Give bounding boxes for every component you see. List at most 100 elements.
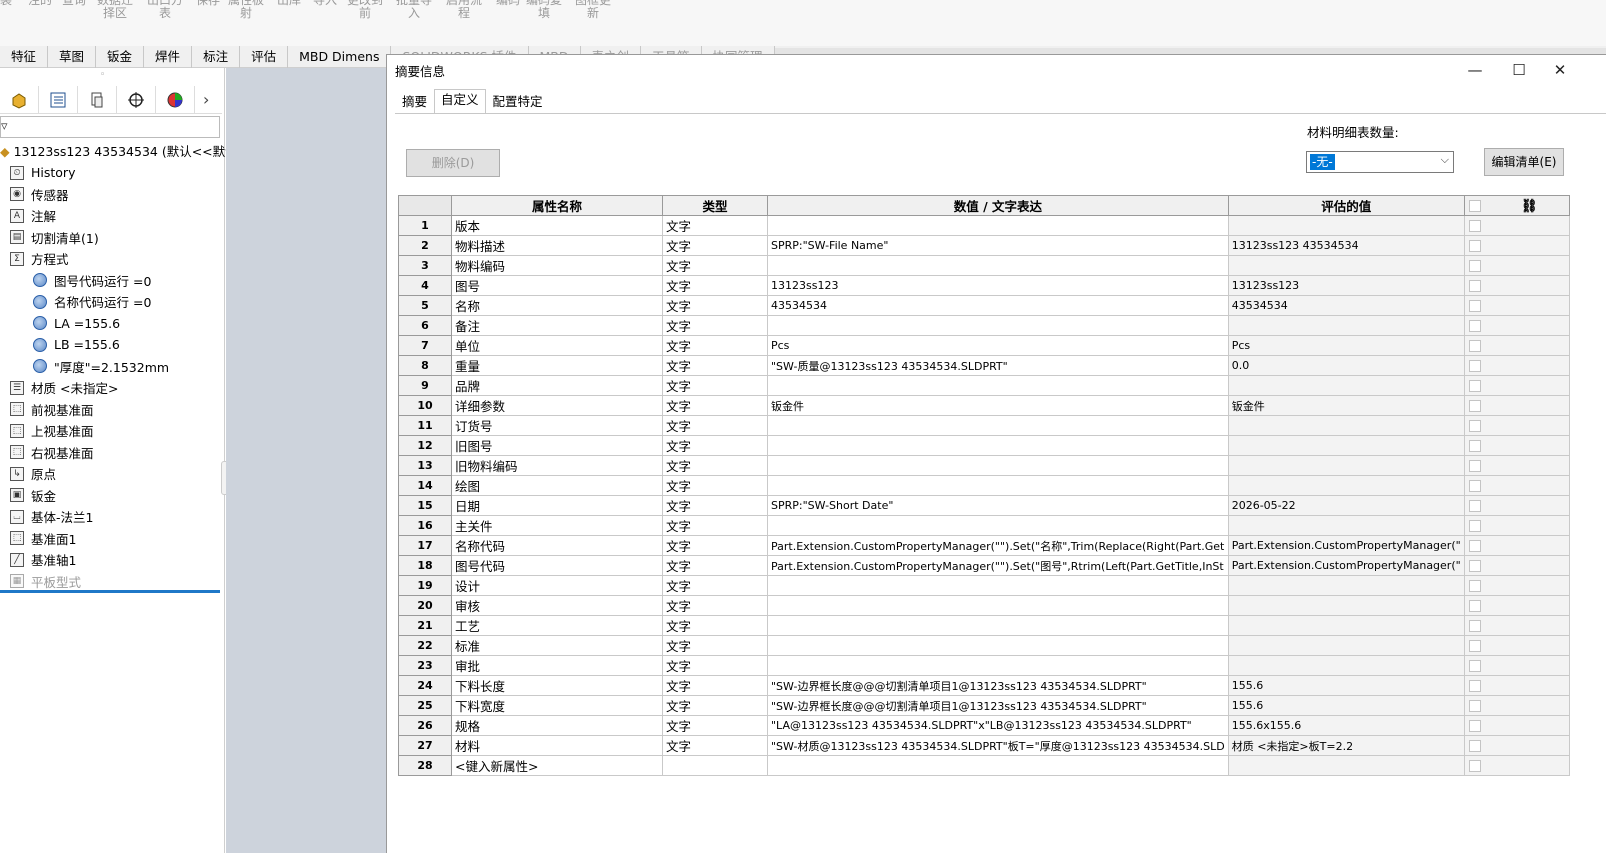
- property-type-cell[interactable]: 文字: [662, 695, 768, 716]
- property-type-cell[interactable]: 文字: [662, 615, 768, 636]
- rollback-bar[interactable]: [0, 590, 220, 593]
- link-checkbox[interactable]: [1468, 680, 1481, 692]
- tab-dimxpert-manager[interactable]: [117, 85, 156, 114]
- property-type-cell[interactable]: 文字: [662, 735, 768, 756]
- tree-item[interactable]: LB =155.6: [0, 334, 222, 356]
- ribbon-button[interactable]: 装: [0, 0, 12, 7]
- link-checkbox[interactable]: [1468, 460, 1481, 472]
- property-name-cell[interactable]: 详细参数: [451, 395, 663, 416]
- property-name-cell[interactable]: 材料: [451, 735, 663, 756]
- property-expression-cell[interactable]: [767, 475, 1229, 496]
- link-checkbox[interactable]: [1468, 420, 1481, 432]
- link-checkbox[interactable]: [1468, 640, 1481, 652]
- property-type-cell[interactable]: 文字: [662, 595, 768, 616]
- tab-property-manager[interactable]: [39, 85, 78, 114]
- property-expression-cell[interactable]: [767, 655, 1229, 676]
- property-name-cell[interactable]: 工艺: [451, 615, 663, 636]
- tree-item[interactable]: LA =155.6: [0, 313, 222, 335]
- property-name-cell[interactable]: 审批: [451, 655, 663, 676]
- ribbon-button[interactable]: 属性板 射: [228, 0, 264, 20]
- link-checkbox[interactable]: [1468, 720, 1481, 732]
- property-type-cell[interactable]: 文字: [662, 415, 768, 436]
- property-name-cell[interactable]: 备注: [451, 315, 663, 336]
- property-name-cell[interactable]: 规格: [451, 715, 663, 736]
- ribbon-button[interactable]: 注的: [28, 0, 52, 7]
- property-name-cell[interactable]: 审核: [451, 595, 663, 616]
- row-number[interactable]: 20: [398, 595, 452, 616]
- row-number[interactable]: 13: [398, 455, 452, 476]
- link-checkbox[interactable]: [1468, 620, 1481, 632]
- edit-list-button[interactable]: 编辑清单(E): [1484, 148, 1564, 176]
- property-type-cell[interactable]: 文字: [662, 655, 768, 676]
- link-checkbox[interactable]: [1468, 660, 1481, 672]
- link-checkbox[interactable]: [1468, 500, 1481, 512]
- row-number[interactable]: 17: [398, 535, 452, 556]
- property-name-cell[interactable]: 主关件: [451, 515, 663, 536]
- link-checkbox[interactable]: [1468, 380, 1481, 392]
- property-name-cell[interactable]: 单位: [451, 335, 663, 356]
- row-number[interactable]: 8: [398, 355, 452, 376]
- row-number[interactable]: 2: [398, 235, 452, 256]
- tree-item[interactable]: "厚度"=2.1532mm: [0, 356, 222, 378]
- row-number[interactable]: 11: [398, 415, 452, 436]
- property-type-cell[interactable]: 文字: [662, 535, 768, 556]
- row-number[interactable]: 28: [398, 755, 452, 776]
- property-name-cell[interactable]: 设计: [451, 575, 663, 596]
- link-checkbox[interactable]: [1468, 600, 1481, 612]
- tree-item[interactable]: ⏲ History: [0, 162, 222, 184]
- tree-item[interactable]: ⬚ 右视基准面: [0, 442, 222, 464]
- property-expression-cell[interactable]: [767, 315, 1229, 336]
- command-tab[interactable]: 草图: [48, 46, 97, 68]
- tree-item[interactable]: ↳ 原点: [0, 463, 222, 485]
- row-number[interactable]: 6: [398, 315, 452, 336]
- tree-item[interactable]: ⬚ 前视基准面: [0, 399, 222, 421]
- property-type-cell[interactable]: 文字: [662, 275, 768, 296]
- tree-item[interactable]: 名称代码运行 =0: [0, 291, 222, 313]
- ribbon-button[interactable]: 更改到 前: [347, 0, 383, 20]
- tree-item[interactable]: ╱ 基准轴1: [0, 549, 222, 571]
- link-checkbox[interactable]: [1468, 340, 1481, 352]
- property-expression-cell[interactable]: [767, 375, 1229, 396]
- tab-feature-manager[interactable]: [0, 85, 39, 114]
- property-expression-cell[interactable]: [767, 255, 1229, 276]
- property-name-cell[interactable]: 下料长度: [451, 675, 663, 696]
- bom-quantity-select[interactable]: -无- ⌵: [1306, 151, 1454, 173]
- property-expression-cell[interactable]: 钣金件: [767, 395, 1229, 416]
- property-type-cell[interactable]: 文字: [662, 515, 768, 536]
- row-number[interactable]: 5: [398, 295, 452, 316]
- row-number[interactable]: 22: [398, 635, 452, 656]
- property-name-cell[interactable]: 标准: [451, 635, 663, 656]
- property-expression-cell[interactable]: [767, 415, 1229, 436]
- row-number[interactable]: 16: [398, 515, 452, 536]
- property-name-cell[interactable]: 名称: [451, 295, 663, 316]
- row-number[interactable]: 1: [398, 215, 452, 236]
- property-expression-cell[interactable]: SPRP:"SW-File Name": [767, 235, 1229, 256]
- property-expression-cell[interactable]: [767, 455, 1229, 476]
- property-expression-cell[interactable]: 13123ss123: [767, 275, 1229, 296]
- row-number[interactable]: 24: [398, 675, 452, 696]
- property-expression-cell[interactable]: [767, 615, 1229, 636]
- property-type-cell[interactable]: 文字: [662, 395, 768, 416]
- property-expression-cell[interactable]: "SW-边界框长度@@@切割清单项目1@13123ss123 43534534.…: [767, 675, 1229, 696]
- property-name-cell[interactable]: 日期: [451, 495, 663, 516]
- column-header-evaluated[interactable]: 评估的值: [1227, 195, 1465, 216]
- tree-item[interactable]: ▦ 平板型式: [0, 571, 222, 593]
- row-number[interactable]: 25: [398, 695, 452, 716]
- link-checkbox[interactable]: [1468, 580, 1481, 592]
- command-tab[interactable]: MBD Dimens: [288, 46, 392, 68]
- ribbon-button[interactable]: 编码复 填: [526, 0, 562, 20]
- property-expression-cell[interactable]: [767, 515, 1229, 536]
- maximize-button[interactable]: ☐: [1504, 57, 1534, 83]
- ribbon-button[interactable]: 查询: [62, 0, 86, 7]
- link-checkbox[interactable]: [1468, 740, 1481, 752]
- property-name-cell[interactable]: 图号: [451, 275, 663, 296]
- property-name-cell[interactable]: 绘图: [451, 475, 663, 496]
- row-number[interactable]: 27: [398, 735, 452, 756]
- close-button[interactable]: ✕: [1545, 57, 1575, 83]
- filter-input[interactable]: ▿: [0, 116, 220, 138]
- property-expression-cell[interactable]: Part.Extension.CustomPropertyManager("")…: [767, 555, 1229, 576]
- link-checkbox[interactable]: [1468, 480, 1481, 492]
- link-checkbox[interactable]: [1468, 520, 1481, 532]
- link-checkbox[interactable]: [1468, 300, 1481, 312]
- property-name-cell[interactable]: 物料描述: [451, 235, 663, 256]
